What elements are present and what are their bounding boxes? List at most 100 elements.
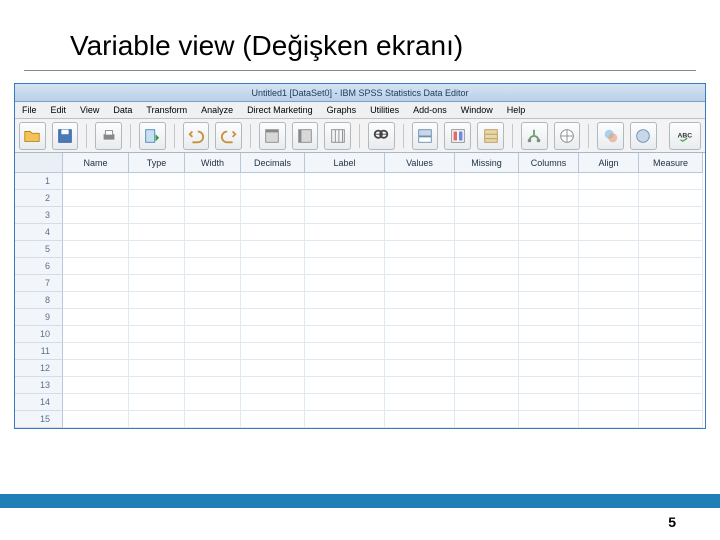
row-header[interactable]: 1 [15, 173, 63, 190]
cell[interactable] [241, 377, 305, 394]
row-header[interactable]: 14 [15, 394, 63, 411]
cell[interactable] [579, 343, 639, 360]
cell[interactable] [241, 207, 305, 224]
cell[interactable] [63, 292, 129, 309]
weight-cases-icon[interactable] [444, 122, 471, 150]
cell[interactable] [185, 207, 241, 224]
cell[interactable] [639, 343, 703, 360]
cell[interactable] [455, 309, 519, 326]
cell[interactable] [241, 258, 305, 275]
select-cases-icon[interactable] [477, 122, 504, 150]
cell[interactable] [385, 224, 455, 241]
cell[interactable] [305, 258, 385, 275]
cell[interactable] [305, 360, 385, 377]
redo-icon[interactable] [215, 122, 242, 150]
cell[interactable] [639, 173, 703, 190]
cell[interactable] [129, 275, 185, 292]
cell[interactable] [579, 394, 639, 411]
cell[interactable] [639, 258, 703, 275]
cell[interactable] [241, 411, 305, 428]
cell[interactable] [129, 411, 185, 428]
row-header[interactable]: 10 [15, 326, 63, 343]
cell[interactable] [185, 292, 241, 309]
cell[interactable] [305, 377, 385, 394]
recall-dialog-icon[interactable] [139, 122, 166, 150]
cell[interactable] [241, 190, 305, 207]
cell[interactable] [241, 326, 305, 343]
row-header[interactable]: 7 [15, 275, 63, 292]
column-header-values[interactable]: Values [385, 153, 455, 173]
row-header[interactable]: 6 [15, 258, 63, 275]
row-header[interactable]: 9 [15, 309, 63, 326]
cell[interactable] [185, 309, 241, 326]
cell[interactable] [129, 377, 185, 394]
cell[interactable] [241, 394, 305, 411]
cell[interactable] [455, 326, 519, 343]
row-header[interactable]: 15 [15, 411, 63, 428]
cell[interactable] [385, 343, 455, 360]
cell[interactable] [455, 360, 519, 377]
cell[interactable] [385, 326, 455, 343]
cell[interactable] [639, 360, 703, 377]
column-header-decimals[interactable]: Decimals [241, 153, 305, 173]
cell[interactable] [385, 309, 455, 326]
cell[interactable] [455, 292, 519, 309]
cell[interactable] [185, 411, 241, 428]
cell[interactable] [63, 173, 129, 190]
cell[interactable] [455, 207, 519, 224]
cell[interactable] [519, 241, 579, 258]
cell[interactable] [129, 207, 185, 224]
menu-view[interactable]: View [73, 105, 106, 115]
print-icon[interactable] [95, 122, 122, 150]
cell[interactable] [519, 258, 579, 275]
cell[interactable] [579, 190, 639, 207]
cell[interactable] [385, 394, 455, 411]
cell[interactable] [579, 173, 639, 190]
menu-utilities[interactable]: Utilities [363, 105, 406, 115]
cell[interactable] [305, 292, 385, 309]
row-header[interactable]: 12 [15, 360, 63, 377]
cell[interactable] [455, 173, 519, 190]
value-labels-icon[interactable] [521, 122, 548, 150]
cell[interactable] [241, 360, 305, 377]
column-header-width[interactable]: Width [185, 153, 241, 173]
cell[interactable] [639, 411, 703, 428]
menu-data[interactable]: Data [106, 105, 139, 115]
cell[interactable] [579, 224, 639, 241]
cell[interactable] [241, 292, 305, 309]
cell[interactable] [129, 258, 185, 275]
cell[interactable] [305, 343, 385, 360]
menu-transform[interactable]: Transform [139, 105, 194, 115]
cell[interactable] [185, 258, 241, 275]
cell[interactable] [385, 258, 455, 275]
split-file-icon[interactable] [412, 122, 439, 150]
cell[interactable] [305, 309, 385, 326]
cell[interactable] [455, 224, 519, 241]
row-header[interactable]: 2 [15, 190, 63, 207]
cell[interactable] [129, 241, 185, 258]
cell[interactable] [305, 173, 385, 190]
cell[interactable] [639, 224, 703, 241]
cell[interactable] [185, 343, 241, 360]
cell[interactable] [385, 377, 455, 394]
cell[interactable] [185, 275, 241, 292]
cell[interactable] [579, 309, 639, 326]
cell[interactable] [185, 326, 241, 343]
cell[interactable] [63, 343, 129, 360]
cell[interactable] [241, 173, 305, 190]
save-icon[interactable] [52, 122, 79, 150]
cell[interactable] [519, 326, 579, 343]
cell[interactable] [639, 275, 703, 292]
cell[interactable] [639, 207, 703, 224]
cell[interactable] [579, 207, 639, 224]
cell[interactable] [305, 224, 385, 241]
undo-icon[interactable] [183, 122, 210, 150]
cell[interactable] [305, 326, 385, 343]
cell[interactable] [519, 394, 579, 411]
open-icon[interactable] [19, 122, 46, 150]
cell[interactable] [519, 275, 579, 292]
cell[interactable] [63, 360, 129, 377]
cell[interactable] [385, 190, 455, 207]
menu-direct-marketing[interactable]: Direct Marketing [240, 105, 320, 115]
cell[interactable] [455, 190, 519, 207]
